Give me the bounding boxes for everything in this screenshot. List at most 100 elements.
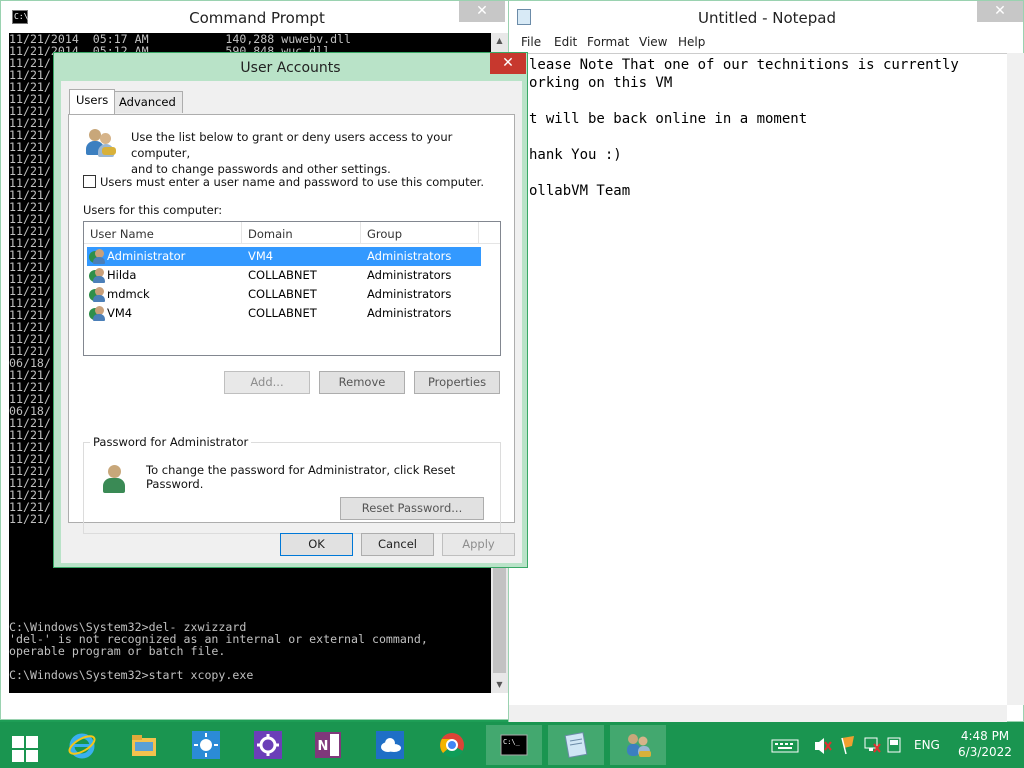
onenote-icon: N bbox=[315, 732, 341, 758]
user-icon bbox=[100, 463, 132, 495]
dialog-body: Users Advanced Use the list below to gra… bbox=[61, 81, 522, 563]
taskbar-settings[interactable] bbox=[240, 725, 296, 765]
user-account-icon bbox=[89, 248, 105, 264]
apply-button[interactable]: Apply bbox=[442, 533, 515, 556]
notepad-line bbox=[509, 92, 1007, 110]
reset-password-button[interactable]: Reset Password... bbox=[340, 497, 484, 520]
tab-users[interactable]: Users bbox=[69, 89, 116, 114]
notepad-vertical-scrollbar[interactable] bbox=[1007, 53, 1024, 705]
onedrive-icon bbox=[376, 731, 404, 759]
notepad-text-area[interactable]: lease Note That one of our technitions i… bbox=[509, 53, 1007, 705]
menu-file[interactable]: File bbox=[521, 35, 541, 49]
notepad-line bbox=[509, 164, 1007, 182]
action-center-flag-icon[interactable] bbox=[838, 722, 858, 768]
taskbar-internet-explorer[interactable] bbox=[54, 725, 110, 765]
tab-advanced[interactable]: Advanced bbox=[112, 91, 183, 113]
taskbar-user-accounts[interactable] bbox=[610, 725, 666, 765]
taskbar-clock[interactable]: 4:48 PM 6/3/2022 bbox=[952, 728, 1018, 760]
notepad-menubar: File Edit Format View Help bbox=[509, 33, 1024, 53]
svg-text:N: N bbox=[318, 739, 329, 754]
taskbar-chrome[interactable] bbox=[424, 725, 480, 765]
dialog-close-button[interactable]: ✕ bbox=[490, 53, 526, 74]
settings-icon bbox=[254, 731, 282, 759]
column-user-name[interactable]: User Name bbox=[90, 227, 154, 241]
notepad-line bbox=[509, 128, 1007, 146]
user-group-cell: Administrators bbox=[367, 268, 452, 282]
intro-text: Use the list below to grant or deny user… bbox=[131, 129, 501, 177]
taskbar-onedrive[interactable] bbox=[362, 725, 418, 765]
power-icon[interactable] bbox=[884, 722, 904, 768]
user-group-cell: Administrators bbox=[367, 306, 452, 320]
user-domain-cell: COLLABNET bbox=[248, 268, 317, 282]
user-row[interactable]: Administrator VM4 Administrators bbox=[87, 247, 481, 266]
taskbar-weather[interactable] bbox=[178, 725, 234, 765]
cmd-close-button[interactable]: ✕ bbox=[459, 1, 505, 22]
clock-time: 4:48 PM bbox=[960, 729, 1010, 743]
menu-edit[interactable]: Edit bbox=[554, 35, 577, 49]
language-indicator[interactable]: ENG bbox=[914, 722, 940, 768]
scroll-down-icon[interactable]: ▼ bbox=[491, 677, 508, 693]
cmd-titlebar[interactable]: C:\. Command Prompt ✕ bbox=[1, 1, 511, 33]
user-row[interactable]: mdmck COLLABNET Administrators bbox=[87, 285, 481, 304]
must-login-checkbox[interactable] bbox=[83, 175, 96, 188]
user-name-cell: Hilda bbox=[107, 268, 137, 282]
users-list[interactable]: User Name Domain Group Administrator VM4 A… bbox=[83, 221, 501, 356]
taskbar-onenote[interactable]: N bbox=[300, 725, 356, 765]
close-icon: ✕ bbox=[476, 3, 488, 19]
notepad-window[interactable]: Untitled - Notepad ✕ File Edit Format Vi… bbox=[508, 0, 1024, 722]
user-domain-cell: COLLABNET bbox=[248, 287, 317, 301]
add-user-button[interactable]: Add... bbox=[224, 371, 310, 394]
cmd-title: Command Prompt bbox=[189, 9, 325, 27]
notepad-line: hank You :) bbox=[529, 147, 622, 163]
dialog-titlebar[interactable]: User Accounts ✕ bbox=[54, 53, 527, 81]
console-line: operable program or batch file. bbox=[9, 644, 226, 658]
must-login-row[interactable]: Users must enter a user name and passwor… bbox=[83, 175, 484, 189]
taskbar-command-prompt[interactable]: C:\_ bbox=[486, 725, 542, 765]
user-accounts-dialog[interactable]: User Accounts ✕ Users Advanced Use the l… bbox=[53, 52, 528, 568]
user-name-cell: Administrator bbox=[107, 249, 186, 263]
users-tab-panel: Use the list below to grant or deny user… bbox=[68, 114, 515, 534]
user-row[interactable]: Hilda COLLABNET Administrators bbox=[87, 266, 481, 285]
must-login-label: Users must enter a user name and passwor… bbox=[100, 175, 485, 189]
notepad-horizontal-scrollbar[interactable] bbox=[509, 705, 1007, 722]
scroll-up-icon[interactable]: ▲ bbox=[491, 33, 508, 49]
notepad-titlebar[interactable]: Untitled - Notepad ✕ bbox=[509, 1, 1023, 33]
column-group[interactable]: Group bbox=[367, 227, 402, 241]
user-domain-cell: VM4 bbox=[248, 249, 274, 263]
user-name-cell: mdmck bbox=[107, 287, 150, 301]
user-accounts-icon bbox=[627, 734, 651, 757]
menu-help[interactable]: Help bbox=[678, 35, 705, 49]
user-domain-cell: COLLABNET bbox=[248, 306, 317, 320]
notepad-title: Untitled - Notepad bbox=[697, 9, 837, 27]
close-icon: ✕ bbox=[502, 55, 514, 71]
users-list-label: Users for this computer: bbox=[83, 203, 223, 217]
user-row[interactable]: VM4 COLLABNET Administrators bbox=[87, 304, 481, 323]
network-icon[interactable] bbox=[862, 722, 882, 768]
remove-user-button[interactable]: Remove bbox=[319, 371, 405, 394]
taskbar-notepad[interactable] bbox=[548, 725, 604, 765]
password-group: Password for Administrator To change the… bbox=[83, 435, 501, 534]
command-prompt-icon: C:\_ bbox=[500, 734, 528, 756]
weather-icon bbox=[192, 731, 220, 759]
notepad-close-button[interactable]: ✕ bbox=[977, 1, 1023, 22]
notepad-line: orking on this VM bbox=[529, 75, 673, 91]
user-account-icon bbox=[89, 305, 105, 321]
cancel-button[interactable]: Cancel bbox=[361, 533, 434, 556]
file-explorer-icon bbox=[132, 735, 156, 756]
column-domain[interactable]: Domain bbox=[248, 227, 293, 241]
speaker-muted-icon[interactable] bbox=[812, 722, 832, 768]
keyboard-icon[interactable] bbox=[770, 722, 800, 768]
menu-format[interactable]: Format bbox=[587, 35, 629, 49]
password-group-label: Password for Administrator bbox=[90, 435, 252, 449]
ok-button[interactable]: OK bbox=[280, 533, 353, 556]
menu-view[interactable]: View bbox=[639, 35, 667, 49]
taskbar-file-explorer[interactable] bbox=[116, 725, 172, 765]
notepad-icon bbox=[564, 732, 588, 758]
properties-button[interactable]: Properties bbox=[414, 371, 500, 394]
notepad-line: t will be back online in a moment bbox=[529, 111, 808, 127]
start-button[interactable] bbox=[12, 736, 38, 762]
password-instructions: To change the password for Administrator… bbox=[146, 463, 456, 491]
user-account-icon bbox=[89, 286, 105, 302]
